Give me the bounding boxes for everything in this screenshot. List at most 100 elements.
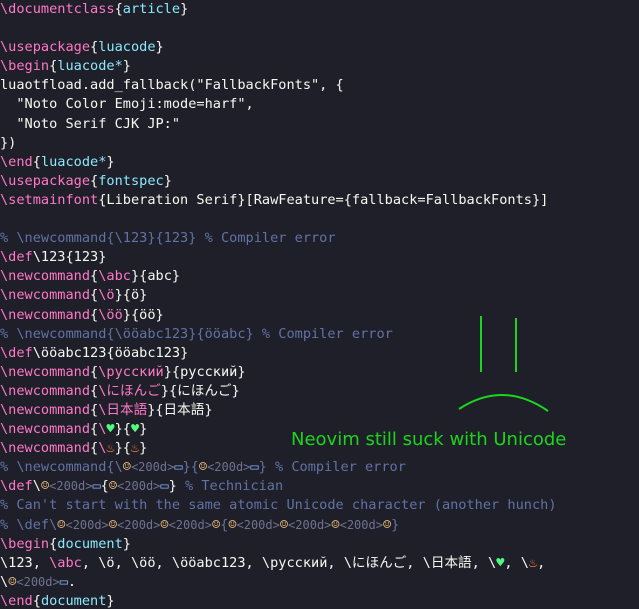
code-token: { [90, 287, 99, 304]
code-token: ▭ [59, 573, 68, 590]
code-token: { [100, 478, 109, 495]
code-line[interactable]: "Noto Serif CJK JP:" [0, 115, 639, 134]
code-token: fontspec [98, 172, 164, 189]
code-token: }{ [114, 440, 131, 457]
code-line[interactable]: }) [0, 134, 639, 153]
code-token: \def [0, 249, 33, 266]
code-token: \newcommand [0, 440, 91, 457]
code-line[interactable]: \123, \abc, \ö, \öö, \ööabc123, \русский… [0, 554, 639, 573]
code-editor[interactable]: \documentclass{article} \usepackage{luac… [0, 0, 639, 609]
code-line[interactable]: \def\☺<200d>▭{☺<200d>▭} % Technician [0, 477, 639, 496]
code-token: luaotfload.add_fallback("FallbackFonts",… [0, 77, 344, 94]
code-token: <200d> [168, 517, 212, 532]
code-token: document [40, 592, 107, 609]
code-token: \end [0, 592, 33, 609]
code-token: \ [32, 478, 41, 495]
code-token: { [90, 306, 99, 323]
code-token: \öö [98, 306, 123, 323]
code-line[interactable]: \newcommand{\日本語}{日本語} [0, 401, 639, 420]
code-line[interactable]: \begin{document} [0, 535, 639, 554]
code-token: document [57, 535, 123, 552]
code-token: ☺ [122, 459, 131, 476]
code-line[interactable]: \newcommand{\ö}{ö} [0, 286, 639, 305]
code-token: luacode* [40, 153, 107, 170]
code-line[interactable]: \setmainfont{Liberation Serif}[RawFeatur… [0, 191, 639, 210]
code-line[interactable]: \newcommand{\♨}{♨} [0, 439, 639, 458]
code-token: }{русский} [163, 363, 246, 380]
code-token: \newcommand [0, 401, 91, 418]
code-token: ♨ [106, 440, 115, 457]
code-token: } [180, 1, 189, 17]
code-line[interactable]: % Can't start with the same atomic Unico… [0, 496, 639, 515]
code-token: ♥ [106, 421, 115, 438]
code-line[interactable]: % \def\☺<200d>☺<200d>☺<200d>☺{☺<200d>☺<2… [0, 516, 639, 535]
code-token: } [155, 39, 164, 56]
code-token: \abc [49, 554, 82, 571]
code-token: {Liberation Serif}[RawFeature={fallback=… [98, 191, 549, 208]
code-token: \newcommand [0, 306, 91, 323]
code-token: \usepackage [0, 172, 91, 189]
code-line[interactable]: \newcommand{\にほんご}{にほんご} [0, 382, 639, 401]
code-token: }{日本語} [147, 401, 213, 418]
code-line[interactable]: % \newcommand{\123}{123} % Compiler erro… [0, 229, 639, 248]
code-line[interactable]: \newcommand{\öö}{öö} [0, 306, 639, 325]
code-token: \русский [98, 363, 164, 380]
code-token: }{にほんご} [160, 382, 240, 399]
code-token: % Technician [184, 478, 284, 495]
code-token: ☺ [40, 478, 50, 495]
code-token: \end [0, 153, 33, 170]
code-line[interactable]: \begin{luacode*} [0, 57, 639, 76]
code-token: }{ö} [114, 287, 148, 304]
code-token: \日本語 [98, 401, 148, 418]
code-token: \documentclass [0, 1, 115, 17]
code-token: }{abc} [130, 268, 181, 285]
code-token: % \newcommand{\ [0, 459, 123, 476]
code-line[interactable]: \end{luacode*} [0, 153, 639, 172]
code-token: <200d> [288, 517, 332, 532]
code-token: { [90, 363, 99, 380]
code-token: }{öö} [122, 306, 164, 323]
code-token: , [537, 554, 554, 571]
code-token: { [90, 172, 99, 189]
code-line[interactable]: \def\123{123} [0, 248, 639, 267]
code-token: } [106, 153, 115, 170]
code-line[interactable] [0, 210, 639, 229]
code-token: } [139, 440, 148, 457]
code-token: <200d> [117, 479, 161, 494]
code-token: ▭ [174, 459, 183, 476]
code-token: \def [0, 478, 33, 495]
code-line[interactable]: \usepackage{fontspec} [0, 172, 639, 191]
code-token: % \newcommand{\ööabc123}{ööabc} % Compil… [0, 325, 393, 342]
code-token: \newcommand [0, 421, 91, 438]
code-line[interactable]: \def\ööabc123{ööabc123} [0, 344, 639, 363]
code-line[interactable]: % \newcommand{\ööabc123}{ööabc} % Compil… [0, 325, 639, 344]
code-token: ▭ [160, 478, 169, 495]
code-token: \newcommand [0, 287, 91, 304]
code-token: \newcommand [0, 382, 91, 399]
code-token: { [32, 153, 41, 170]
code-line[interactable]: \newcommand{\abc}{abc} [0, 267, 639, 286]
code-token: ☺ [108, 516, 118, 533]
code-token: { [90, 39, 99, 56]
code-line[interactable]: "Noto Color Emoji:mode=harf", [0, 95, 639, 114]
code-line[interactable]: \newcommand{\♥}{♥} [0, 420, 639, 439]
code-token: } [122, 58, 131, 75]
code-token: \def [0, 344, 33, 361]
code-token: \setmainfont [0, 191, 99, 208]
code-line[interactable]: \documentclass{article} [0, 0, 639, 19]
code-token: } [106, 592, 115, 609]
code-token: { [32, 592, 41, 609]
code-line[interactable]: \end{document} [0, 592, 639, 609]
code-token: "Noto Color Emoji:mode=harf", [0, 96, 254, 113]
code-token: ♨ [130, 440, 140, 457]
code-line[interactable]: luaotfload.add_fallback("FallbackFonts",… [0, 76, 639, 95]
code-line[interactable]: % \newcommand{\☺<200d>▭}{☺<200d>▭} % Com… [0, 458, 639, 477]
code-line[interactable] [0, 19, 639, 38]
code-line[interactable]: \newcommand{\русский}{русский} [0, 363, 639, 382]
code-token: , \ö, \öö, \ööabc123, \русский, \にほんご, \… [81, 554, 497, 571]
code-line[interactable]: \☺<200d>▭. [0, 573, 639, 592]
code-token: } [391, 516, 400, 533]
code-line[interactable]: \usepackage{luacode} [0, 38, 639, 57]
code-token: \にほんご [98, 382, 161, 399]
code-lines: \documentclass{article} \usepackage{luac… [0, 0, 639, 609]
